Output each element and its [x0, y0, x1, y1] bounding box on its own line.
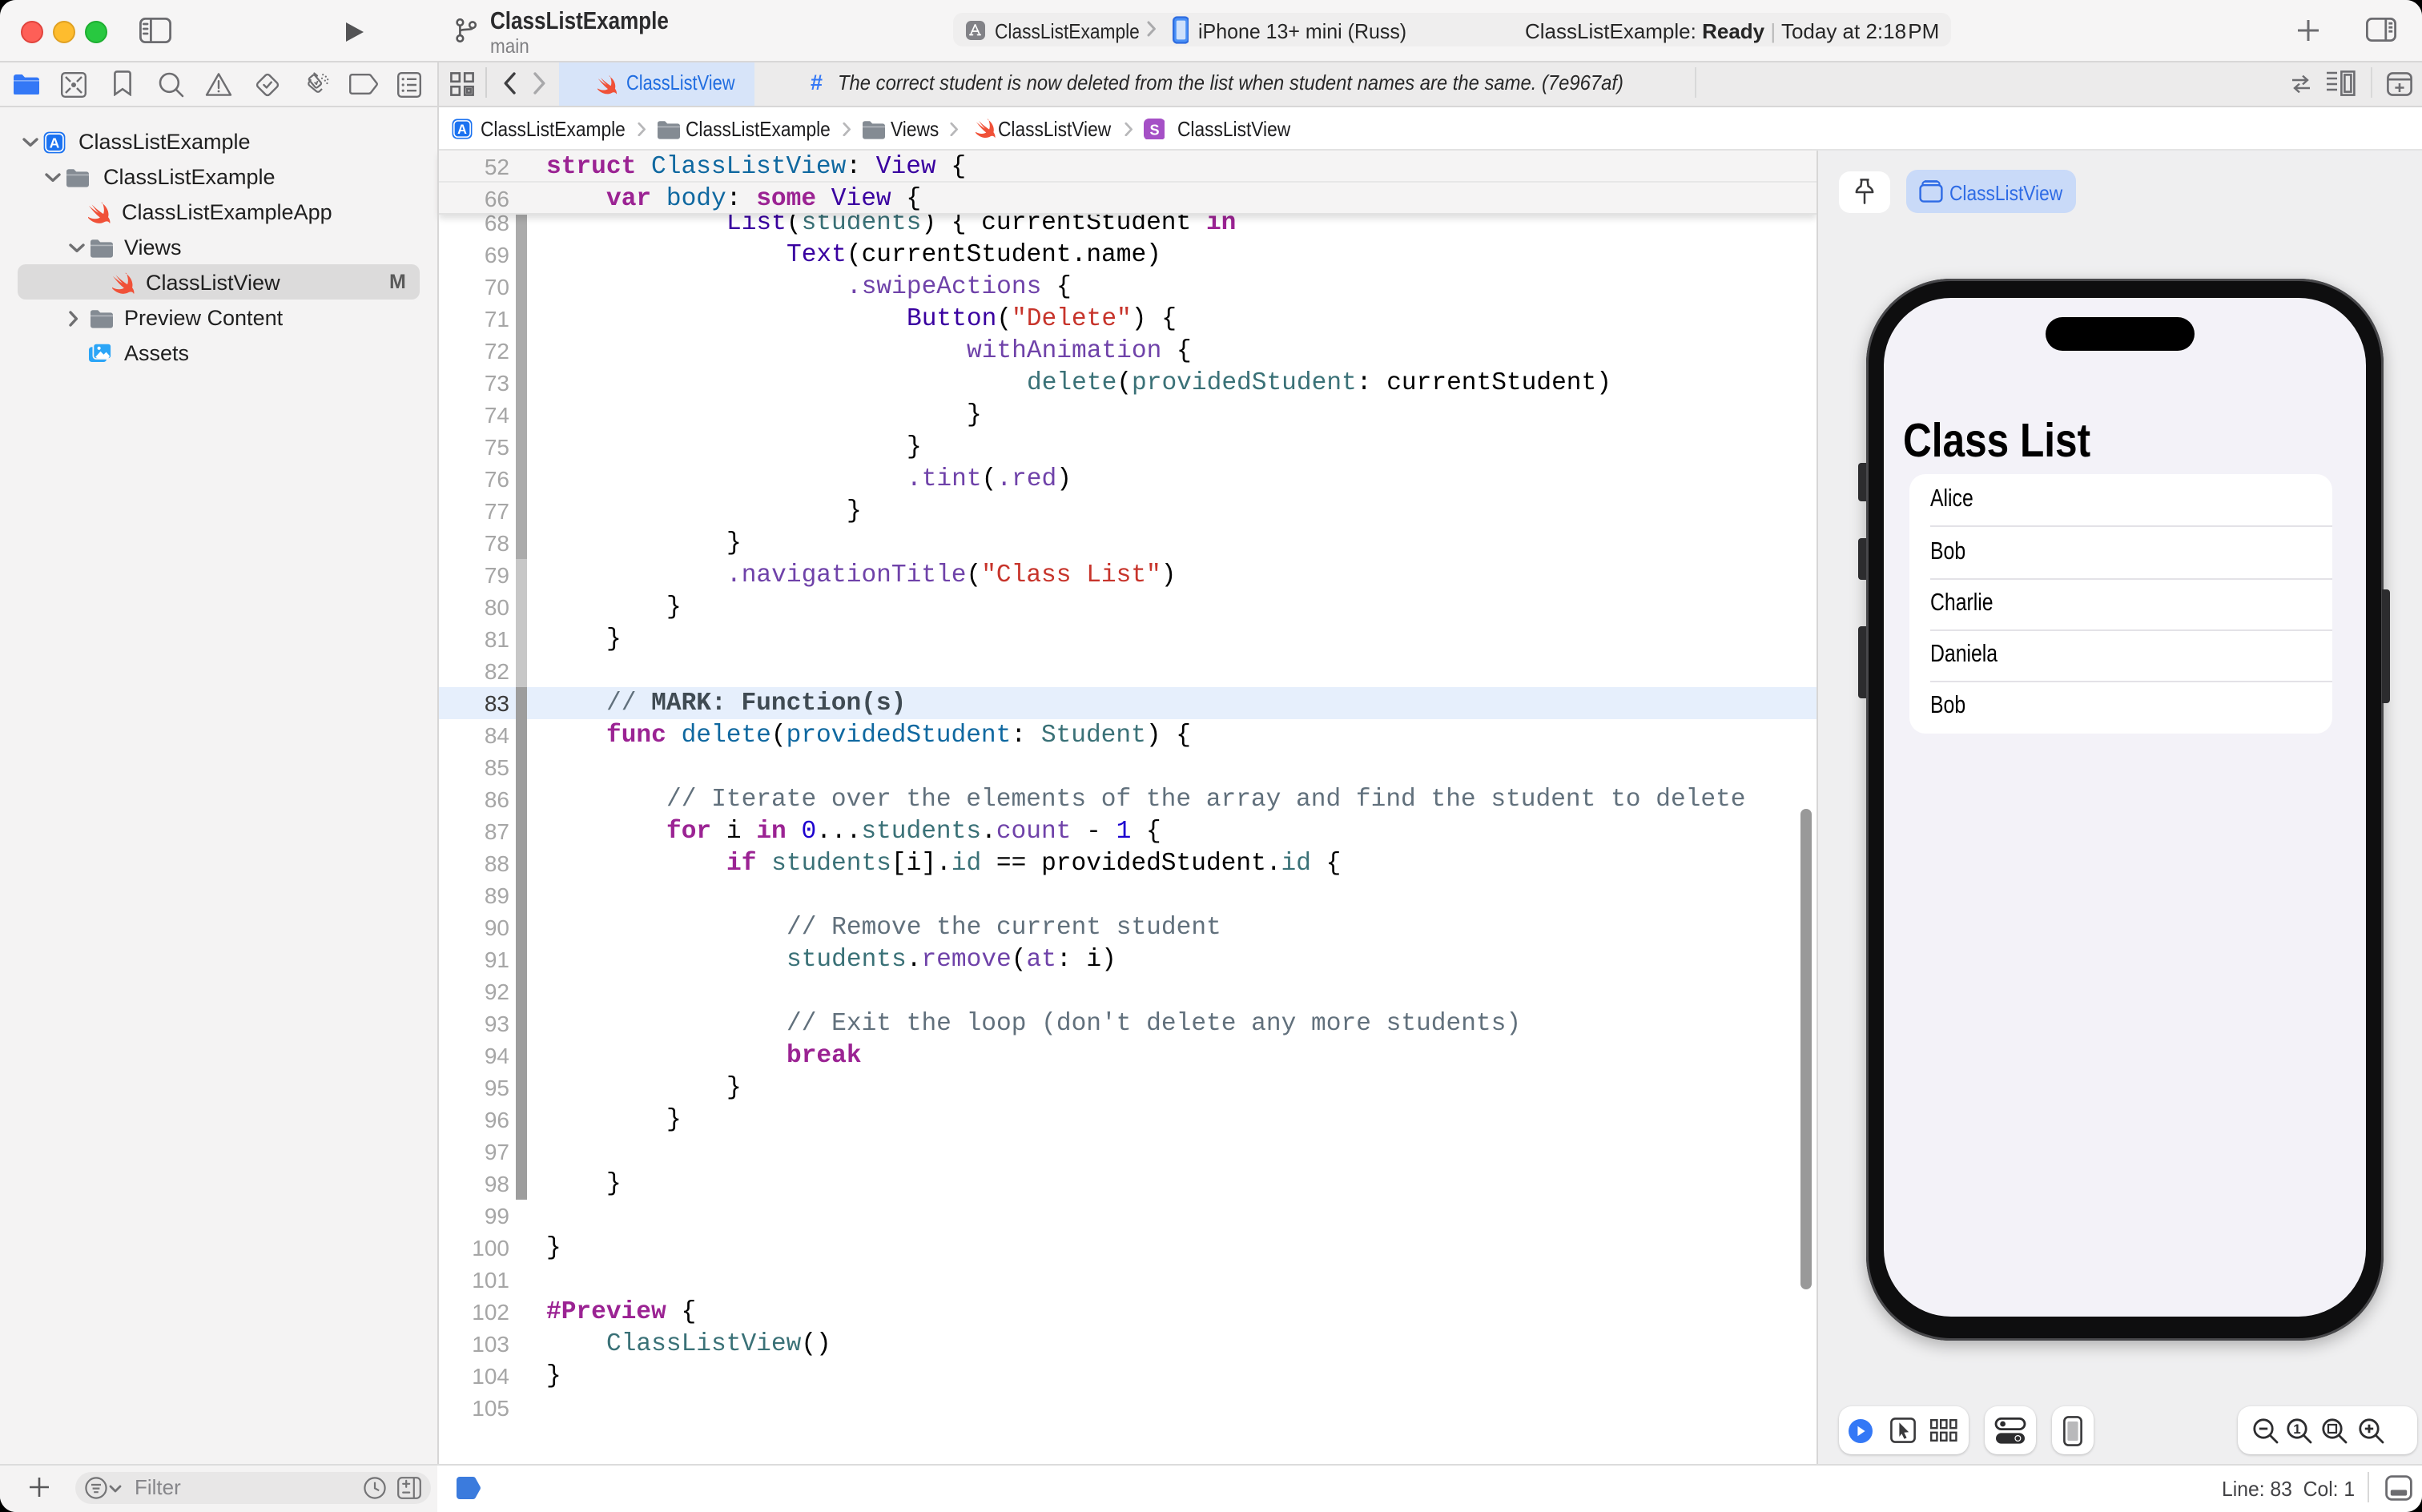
svg-text:A: A [50, 135, 60, 151]
svg-text:S: S [1149, 121, 1159, 137]
svg-text:A: A [457, 122, 466, 136]
svg-text:1: 1 [2293, 1421, 2300, 1436]
